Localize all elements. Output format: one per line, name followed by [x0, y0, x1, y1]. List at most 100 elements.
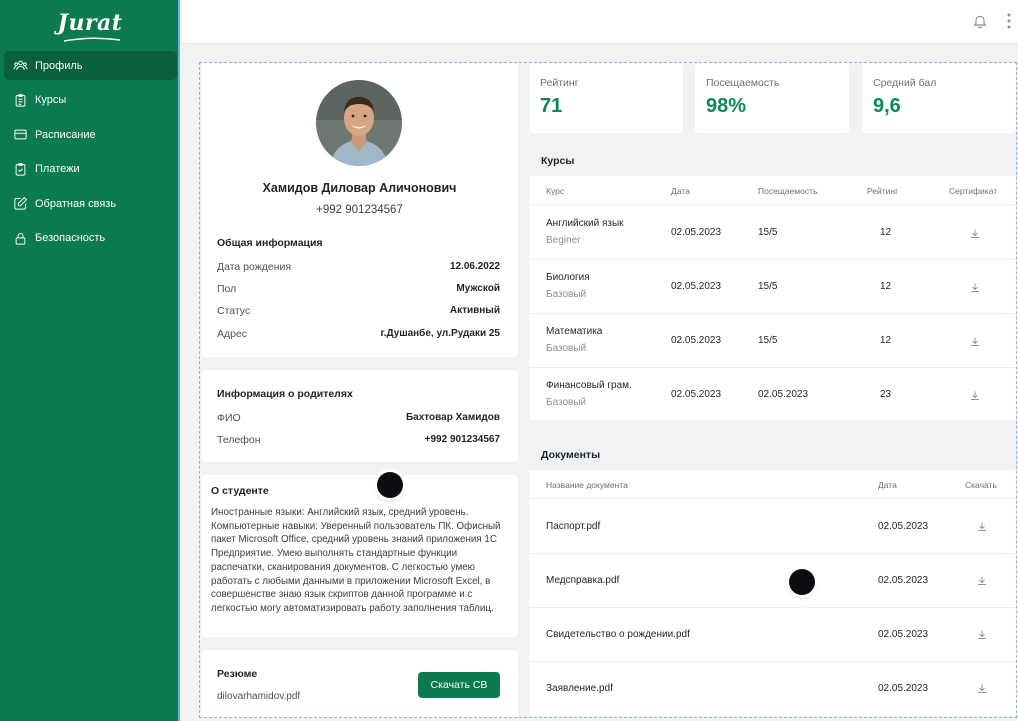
- sidebar-item-courses[interactable]: Курсы: [4, 86, 177, 115]
- download-icon[interactable]: [976, 574, 988, 586]
- courses-title: Курсы: [541, 155, 575, 167]
- download-icon[interactable]: [969, 227, 981, 239]
- course-rating: 12: [880, 281, 892, 292]
- document-name[interactable]: Паспорт.pdf: [546, 521, 600, 532]
- bell-icon[interactable]: [972, 13, 988, 29]
- info-row: Телефон +992 901234567: [217, 434, 500, 446]
- stat-label: Средний бал: [873, 77, 937, 89]
- info-value: Мужской: [456, 283, 500, 294]
- info-label: Телефон: [217, 434, 261, 446]
- stat-value: 9,6: [873, 95, 901, 117]
- course-level: Базовый: [546, 289, 587, 300]
- about-card: О студенте Иностранные языки: Английский…: [201, 475, 518, 637]
- users-icon: [11, 57, 29, 75]
- sidebar-item-label: Профиль: [35, 59, 83, 72]
- column-header: Сертификат: [949, 186, 998, 196]
- more-vertical-icon[interactable]: [1006, 12, 1012, 30]
- column-header: Курс: [546, 186, 565, 196]
- info-label: Пол: [217, 283, 237, 295]
- info-row: Дата рождения 12.06.2022: [217, 261, 500, 273]
- document-date: 02.05.2023: [878, 629, 929, 640]
- info-label: ФИО: [217, 412, 241, 424]
- resume-title: Резюме: [217, 668, 258, 680]
- info-row: Адрес г.Душанбе, ул.Рудаки 25: [217, 328, 500, 340]
- document-name[interactable]: Медсправка.pdf: [546, 575, 619, 586]
- edit-icon: [11, 195, 29, 213]
- table-row: Финансовый грам. Базовый 02.05.2023 02.0…: [529, 368, 1018, 420]
- download-icon[interactable]: [969, 281, 981, 293]
- info-value: Активный: [449, 305, 500, 316]
- courses-table: Курс Дата Посещаемость Рейтинг Сертифика…: [529, 176, 1018, 420]
- rating-stat-card: Рейтинг 71: [529, 63, 683, 133]
- download-icon[interactable]: [969, 335, 981, 347]
- document-name[interactable]: Заявление.pdf: [546, 683, 613, 694]
- credit-card-icon: [11, 126, 29, 144]
- avatar: [316, 80, 402, 166]
- student-name: Хамидов Диловар Аличонович: [262, 181, 457, 195]
- sidebar-item-label: Обратная связь: [35, 197, 117, 210]
- column-header: Название документа: [546, 480, 628, 490]
- table-row: Английский язык Beginer 02.05.2023 15/5 …: [529, 206, 1018, 260]
- parents-title: Информация о родителях: [217, 388, 353, 400]
- table-row: Биология Базовый 02.05.2023 15/5 12: [529, 260, 1018, 314]
- sidebar: Jurat Профиль Курсы Расписание Платежи О…: [0, 0, 180, 721]
- course-date: 02.05.2023: [671, 389, 722, 400]
- sidebar-item-payments[interactable]: Платежи: [4, 155, 177, 184]
- stat-value: 71: [540, 95, 563, 117]
- column-header: Дата: [878, 480, 897, 490]
- document-name[interactable]: Свидетельство о рождении.pdf: [546, 629, 690, 640]
- table-row: Паспорт.pdf 02.05.2023: [529, 500, 1018, 554]
- top-bar: [182, 0, 1018, 44]
- course-level: Базовый: [546, 397, 587, 408]
- course-date: 02.05.2023: [671, 335, 722, 346]
- download-icon[interactable]: [976, 682, 988, 694]
- sidebar-item-profile[interactable]: Профиль: [4, 51, 177, 80]
- clipboard-list-icon: [11, 91, 29, 109]
- course-level: Beginer: [546, 235, 581, 246]
- floating-cursor-badge: [789, 569, 815, 595]
- profile-card: Хамидов Диловар Аличонович +992 90123456…: [201, 63, 518, 357]
- info-value: г.Душанбе, ул.Рудаки 25: [380, 328, 501, 339]
- floating-cursor-badge: [377, 472, 403, 498]
- student-phone: +992 901234567: [316, 204, 403, 216]
- info-label: Дата рождения: [217, 261, 292, 273]
- about-text: Иностранные языки: Английский язык, сред…: [211, 507, 501, 614]
- info-value: Бахтовар Хамидов: [405, 412, 500, 423]
- download-cv-button[interactable]: Скачать CB: [418, 672, 500, 698]
- column-header: Дата: [671, 186, 690, 196]
- course-attendance: 15/5: [758, 281, 778, 292]
- download-icon[interactable]: [976, 628, 988, 640]
- sidebar-item-label: Платежи: [35, 163, 80, 176]
- course-date: 02.05.2023: [671, 281, 722, 292]
- table-header: Название документа Дата Скачать: [529, 470, 1018, 499]
- table-row: Медсправка.pdf 02.05.2023: [529, 554, 1018, 608]
- table-row: Математика Базовый 02.05.2023 15/5 12: [529, 314, 1018, 368]
- course-name: Биология: [546, 272, 590, 283]
- course-name: Математика: [546, 326, 603, 337]
- course-name: Финансовый грам.: [546, 380, 632, 391]
- app-logo: Jurat: [57, 10, 123, 36]
- document-date: 02.05.2023: [878, 521, 929, 532]
- column-header: Посещаемость: [758, 186, 818, 196]
- download-icon[interactable]: [976, 520, 988, 532]
- download-icon[interactable]: [969, 389, 981, 401]
- info-label: Статус: [217, 305, 251, 317]
- info-value: +992 901234567: [424, 434, 500, 445]
- course-name: Английский язык: [546, 218, 624, 229]
- table-header: Курс Дата Посещаемость Рейтинг Сертифика…: [529, 176, 1018, 205]
- about-title: О студенте: [211, 485, 269, 497]
- clipboard-check-icon: [11, 160, 29, 178]
- sidebar-item-schedule[interactable]: Расписание: [4, 120, 177, 149]
- sidebar-item-label: Расписание: [35, 128, 96, 141]
- stat-label: Посещаемость: [706, 77, 780, 89]
- sidebar-item-feedback[interactable]: Обратная связь: [4, 189, 177, 218]
- lock-icon: [11, 229, 29, 247]
- documents-title: Документы: [541, 449, 601, 461]
- sidebar-item-label: Безопасность: [35, 232, 106, 245]
- course-attendance: 15/5: [758, 335, 778, 346]
- resume-file[interactable]: dilovarhamidov.pdf: [217, 691, 300, 702]
- logo-swoosh-icon: [63, 37, 121, 42]
- sidebar-item-security[interactable]: Безопасность: [4, 224, 177, 253]
- general-info-title: Общая информация: [217, 237, 323, 249]
- info-row: Статус Активный: [217, 305, 500, 317]
